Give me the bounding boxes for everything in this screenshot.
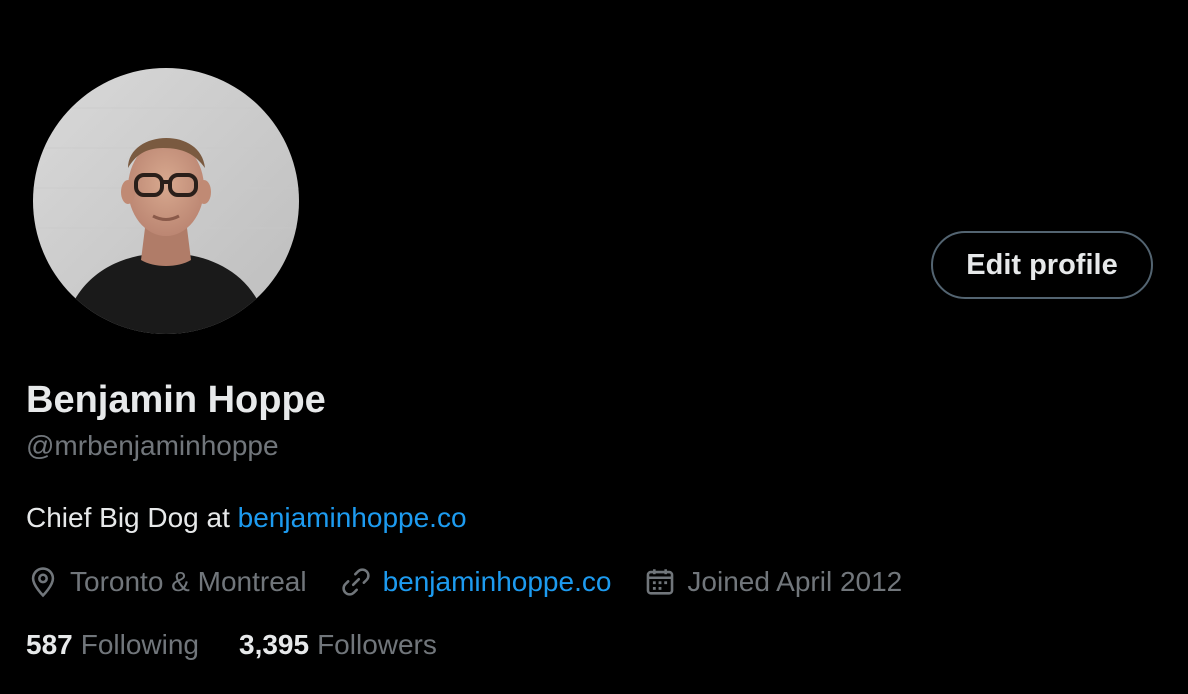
following-link[interactable]: 587 Following: [26, 629, 199, 661]
display-name: Benjamin Hoppe: [26, 379, 326, 421]
website-item: benjaminhoppe.co: [339, 565, 612, 599]
bio-text: Chief Big Dog at: [26, 502, 238, 533]
calendar-icon: [643, 565, 677, 599]
followers-label: Followers: [317, 629, 437, 660]
following-count: 587: [26, 629, 73, 660]
bio-link[interactable]: benjaminhoppe.co: [238, 502, 467, 533]
joined-text: Joined April 2012: [687, 566, 903, 597]
location-item: Toronto & Montreal: [26, 565, 307, 599]
website-link[interactable]: benjaminhoppe.co: [383, 566, 612, 598]
following-label: Following: [80, 629, 199, 660]
username-handle: @mrbenjaminhoppe: [26, 430, 279, 461]
profile-meta: Toronto & Montreal benjaminhoppe.co Join…: [26, 562, 934, 602]
profile-header: Edit profile Benjamin Hoppe @mrbenjaminh…: [0, 0, 1188, 694]
followers-count: 3,395: [239, 629, 310, 660]
link-icon: [339, 565, 373, 599]
location-text: Toronto & Montreal: [70, 566, 307, 597]
avatar[interactable]: [28, 63, 304, 339]
bio: Chief Big Dog at benjaminhoppe.co: [26, 500, 467, 536]
avatar-photo: [33, 68, 299, 334]
follow-stats: 587 Following 3,395 Followers: [26, 626, 477, 664]
followers-link[interactable]: 3,395 Followers: [239, 629, 437, 661]
location-pin-icon: [26, 565, 60, 599]
edit-profile-button[interactable]: Edit profile: [931, 231, 1153, 299]
joined-item: Joined April 2012: [643, 565, 902, 599]
